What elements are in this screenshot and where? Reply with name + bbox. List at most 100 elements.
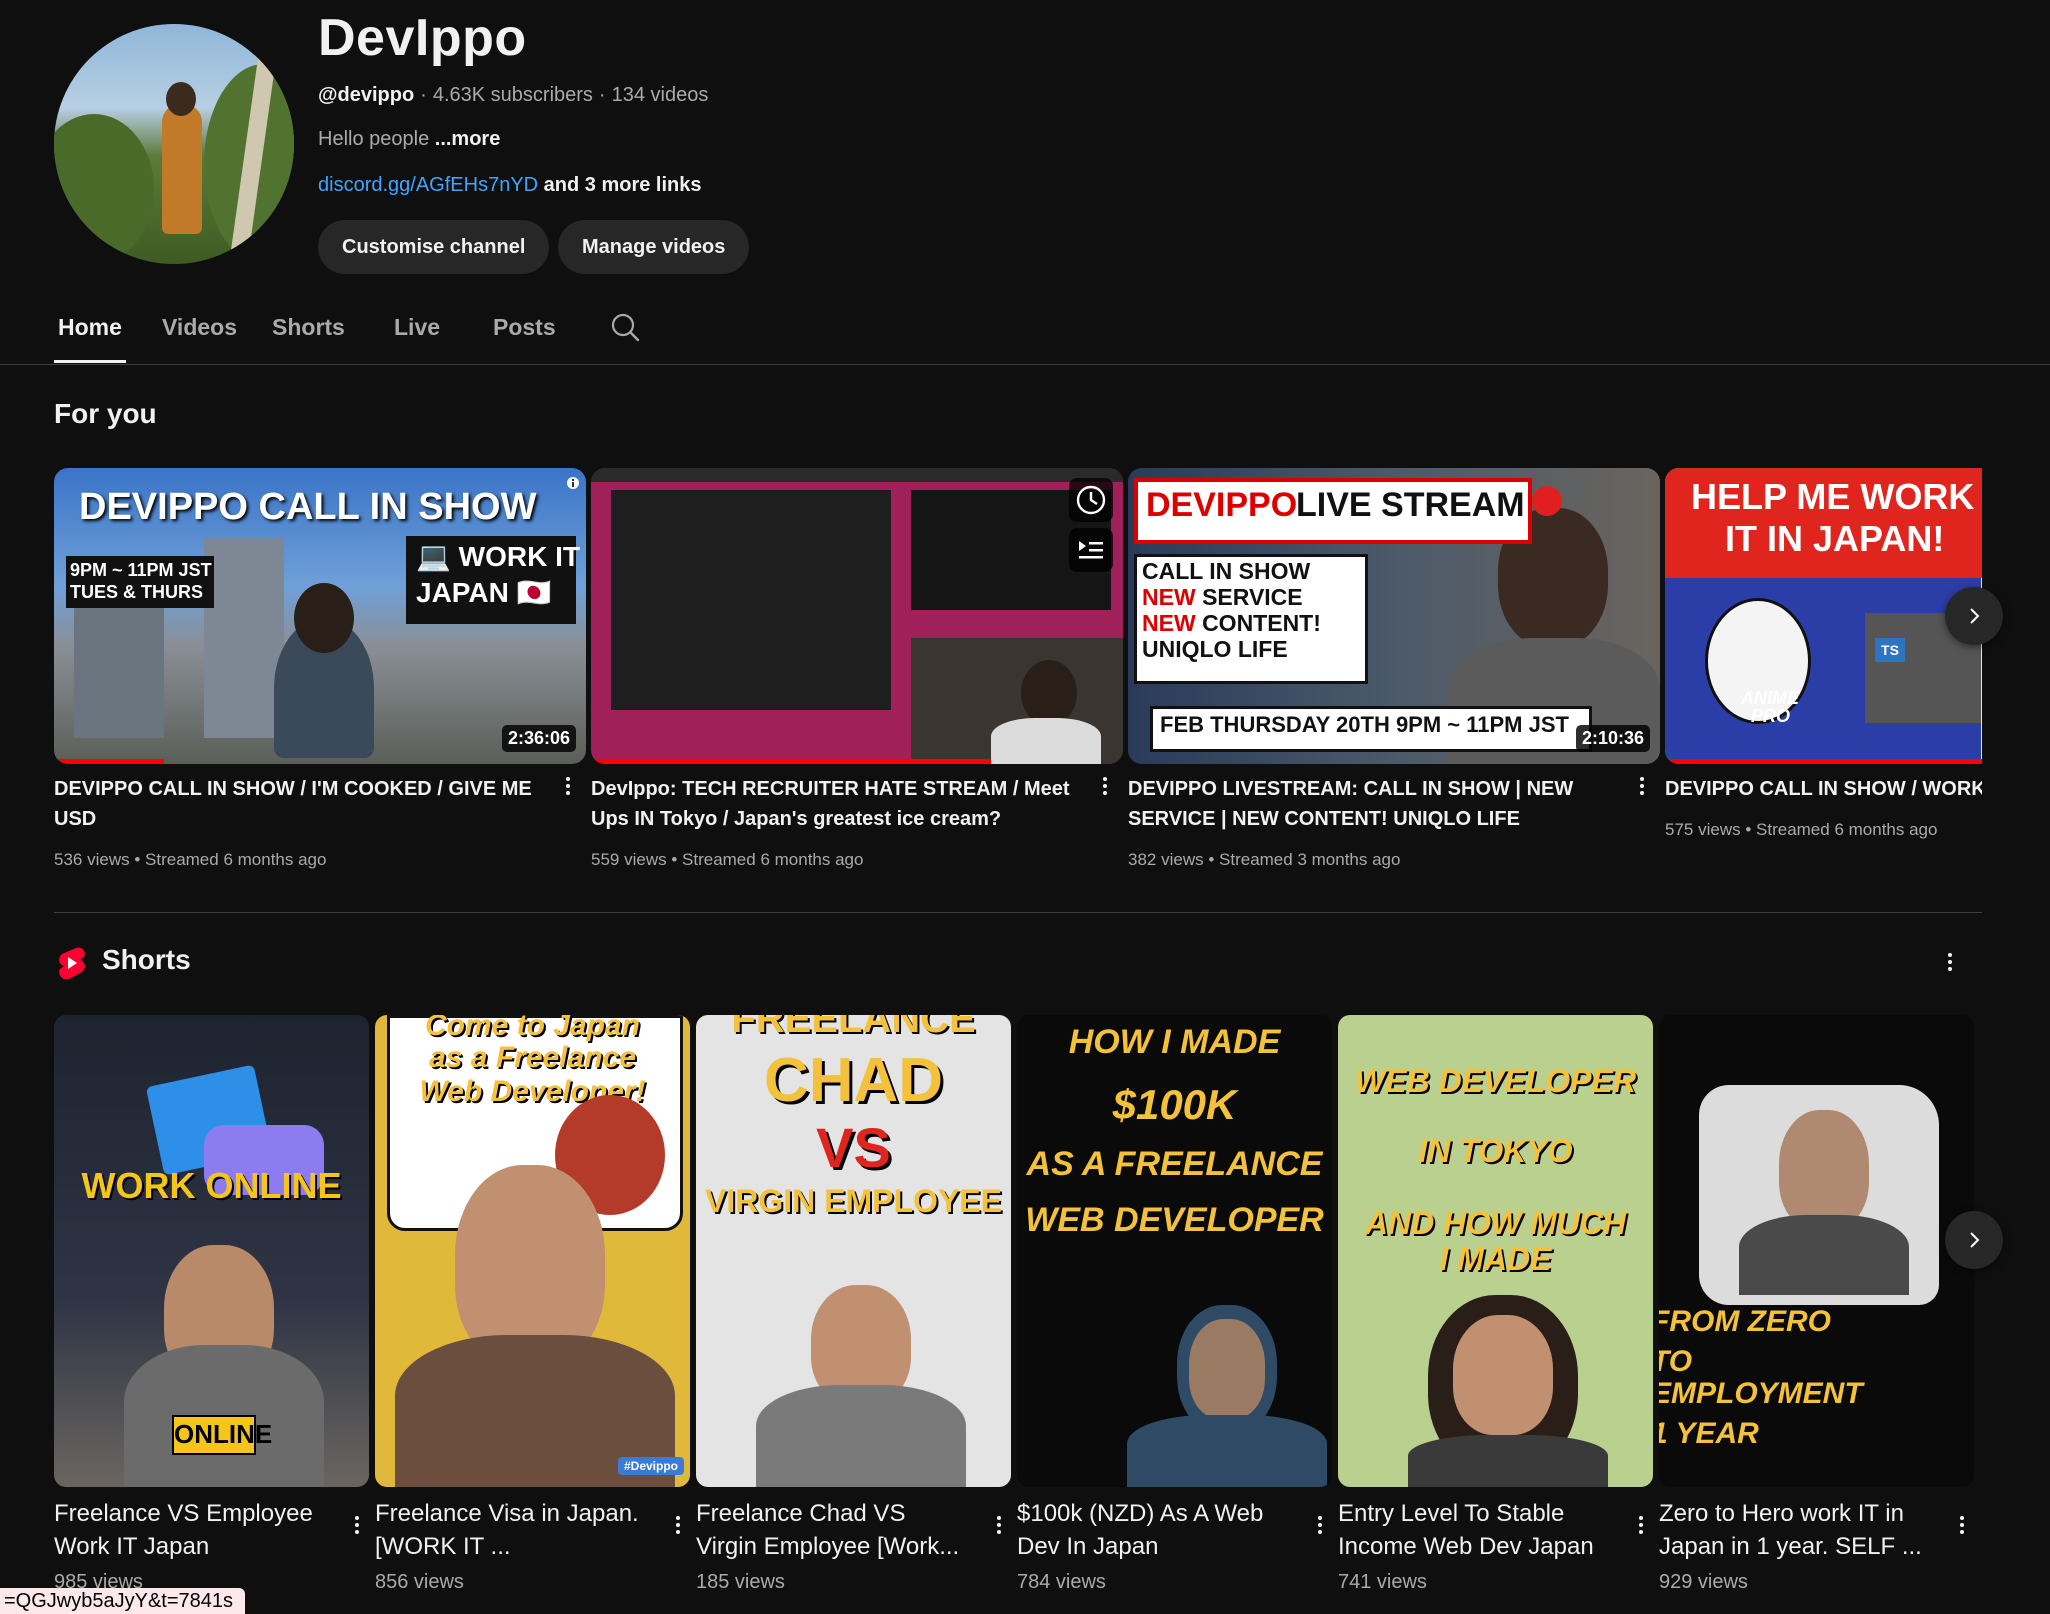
kebab-icon[interactable] [1638,774,1646,800]
channel-avatar[interactable] [54,24,294,264]
search-icon[interactable] [610,312,640,342]
thumb-ts-badge: TS [1875,638,1905,662]
thumb-new: NEW [1142,584,1196,610]
thumb-freelance: FREELANCE [731,1015,976,1041]
kebab-icon[interactable] [353,1513,361,1541]
short-title[interactable]: Freelance Visa in Japan. [WORK IT ... [375,1497,645,1563]
channel-tabs: Home Videos Shorts Live Posts [0,300,2050,365]
customise-channel-button[interactable]: Customise channel [318,220,550,274]
thumb-online-badge: ONLINE [172,1415,272,1455]
short-card[interactable]: FROM ZERO TO EMPLOYMENT 1 YEAR Zero to H… [1659,1015,1974,1593]
view-count: 575 views [1665,820,1741,839]
short-card[interactable]: HOW I MADE $100K AS A FREELANCE WEB DEVE… [1017,1015,1332,1593]
kebab-icon[interactable] [674,1513,682,1541]
add-to-queue-icon[interactable] [1069,528,1113,572]
for-you-heading: For you [54,398,157,429]
watch-later-icon[interactable] [1069,478,1113,522]
video-meta: 575 views • Streamed 6 months ago [1665,820,1938,839]
video-card[interactable]: DEVIPPO CALL IN SHOW 9PM ~ 11PM JST TUES… [54,468,586,869]
short-thumbnail[interactable]: FROM ZERO TO EMPLOYMENT 1 YEAR [1659,1015,1974,1487]
shorts-next-button[interactable] [1945,1211,2003,1269]
thumb-in-tokyo: IN TOKYO [1418,1133,1573,1169]
thumb-days: TUES & THURS [70,582,204,602]
kebab-icon[interactable] [1958,1513,1966,1541]
short-title[interactable]: Freelance VS Employee Work IT Japan [54,1497,324,1563]
thumb-and-how-much: AND HOW MUCH [1364,1205,1627,1241]
video-title[interactable]: DEVIPPO CALL IN SHOW / WORK [1665,774,1982,804]
kebab-icon[interactable] [1637,1513,1645,1541]
chevron-right-icon [1970,608,1980,624]
video-card[interactable]: DevIppo: TECH RECRUITER HATE STREAM / Me… [591,468,1123,869]
channel-links: discord.gg/AGfEHs7nYD and 3 more links [318,174,702,197]
description-text: Hello people [318,128,430,150]
short-views: 741 views [1338,1571,1427,1593]
short-card[interactable]: FREELANCE CHAD VS VIRGIN EMPLOYEE Freela… [696,1015,1011,1593]
thumb-how-i-made: HOW I MADE [1068,1023,1281,1061]
thumb-heading: DEVIPPO CALL IN SHOW [79,486,537,528]
tab-live[interactable]: Live [394,314,440,341]
video-title[interactable]: DEVIPPO CALL IN SHOW / I'M COOKED / GIVE… [54,774,544,834]
short-card[interactable]: WORK ONLINE ONLINE Freelance VS Employee… [54,1015,369,1593]
short-thumbnail[interactable]: WEB DEVELOPER IN TOKYO AND HOW MUCH I MA… [1338,1015,1653,1487]
channel-description[interactable]: Hello people ...more [318,128,500,151]
video-card[interactable]: HELP ME WORK IT IN JAPAN! ANIME PRO TS D… [1665,468,1982,868]
video-thumbnail[interactable]: DEVIPPO CALL IN SHOW 9PM ~ 11PM JST TUES… [54,468,586,764]
video-thumbnail[interactable]: DEVIPPO LIVE STREAM CALL IN SHOW NEW SER… [1128,468,1660,764]
manage-videos-button[interactable]: Manage videos [558,220,750,274]
kebab-icon[interactable] [1946,950,1954,976]
thumb-web-developer: WEB DEVELOPER [1025,1201,1324,1239]
thumb-from-zero: FROM ZERO [1659,1305,1831,1338]
info-icon[interactable] [566,476,580,490]
short-thumbnail[interactable]: HOW I MADE $100K AS A FREELANCE WEB DEVE… [1017,1015,1332,1487]
chevron-right-icon [1970,1232,1980,1248]
thumb-come-to-japan: Come to Japan [424,1015,641,1042]
short-views: 929 views [1659,1571,1748,1593]
tab-home[interactable]: Home [58,314,122,341]
discord-link[interactable]: discord.gg/AGfEHs7nYD [318,174,538,196]
short-thumbnail[interactable]: FREELANCE CHAD VS VIRGIN EMPLOYEE [696,1015,1011,1487]
thumb-content: CONTENT! [1202,610,1321,636]
view-count: 559 views [591,850,667,869]
channel-handle: @devippo [318,84,415,106]
tab-videos[interactable]: Videos [162,314,237,341]
short-title[interactable]: $100k (NZD) As A Web Dev In Japan [1017,1497,1287,1563]
video-meta: 536 views • Streamed 6 months ago [54,850,327,869]
short-title[interactable]: Zero to Hero work IT in Japan in 1 year.… [1659,1497,1929,1563]
thumb-service: SERVICE [1202,584,1303,610]
thumb-work-online: WORK ONLINE [81,1165,342,1206]
short-views: 185 views [696,1571,785,1593]
short-card[interactable]: WEB DEVELOPER IN TOKYO AND HOW MUCH I MA… [1338,1015,1653,1593]
short-title[interactable]: Entry Level To Stable Income Web Dev Jap… [1338,1497,1608,1563]
short-title[interactable]: Freelance Chad VS Virgin Employee [Work.… [696,1497,966,1563]
view-count: 382 views [1128,850,1204,869]
video-duration: 2:36:06 [501,725,576,752]
section-divider [54,912,1982,913]
short-thumbnail[interactable]: WORK ONLINE ONLINE [54,1015,369,1487]
thumb-uniqlo: UNIQLO LIFE [1142,636,1288,662]
short-card[interactable]: Come to Japan as a Freelance Web Develop… [375,1015,690,1593]
kebab-icon[interactable] [995,1513,1003,1541]
kebab-icon[interactable] [1316,1513,1324,1541]
kebab-icon[interactable] [1101,774,1109,800]
tab-shorts[interactable]: Shorts [272,314,345,341]
video-card[interactable]: DEVIPPO LIVE STREAM CALL IN SHOW NEW SER… [1128,468,1660,869]
short-views: 856 views [375,1571,464,1593]
short-thumbnail[interactable]: Come to Japan as a Freelance Web Develop… [375,1015,690,1487]
thumb-devippo: DEVIPPO [1146,486,1298,524]
carousel-next-button[interactable] [1945,587,2003,645]
thumb-hashtag: #Devippo [617,1457,684,1475]
thumb-virgin: VIRGIN EMPLOYEE [705,1183,1002,1219]
video-duration: 2:10:36 [1575,725,1650,752]
description-more-link[interactable]: ...more [435,128,501,150]
active-tab-indicator [54,360,126,363]
thumb-work-it: 💻 WORK IT [416,541,580,572]
video-title[interactable]: DEVIPPO LIVESTREAM: CALL IN SHOW | NEW S… [1128,774,1618,834]
more-links-button[interactable]: and 3 more links [544,174,702,196]
kebab-icon[interactable] [564,774,572,800]
video-title[interactable]: DevIppo: TECH RECRUITER HATE STREAM / Me… [591,774,1081,834]
watch-progress [591,759,991,764]
tab-posts[interactable]: Posts [493,314,556,341]
thumb-freelance: as a Freelance [429,1041,636,1074]
video-thumbnail[interactable] [591,468,1123,764]
video-thumbnail[interactable]: HELP ME WORK IT IN JAPAN! ANIME PRO TS [1665,468,1982,764]
